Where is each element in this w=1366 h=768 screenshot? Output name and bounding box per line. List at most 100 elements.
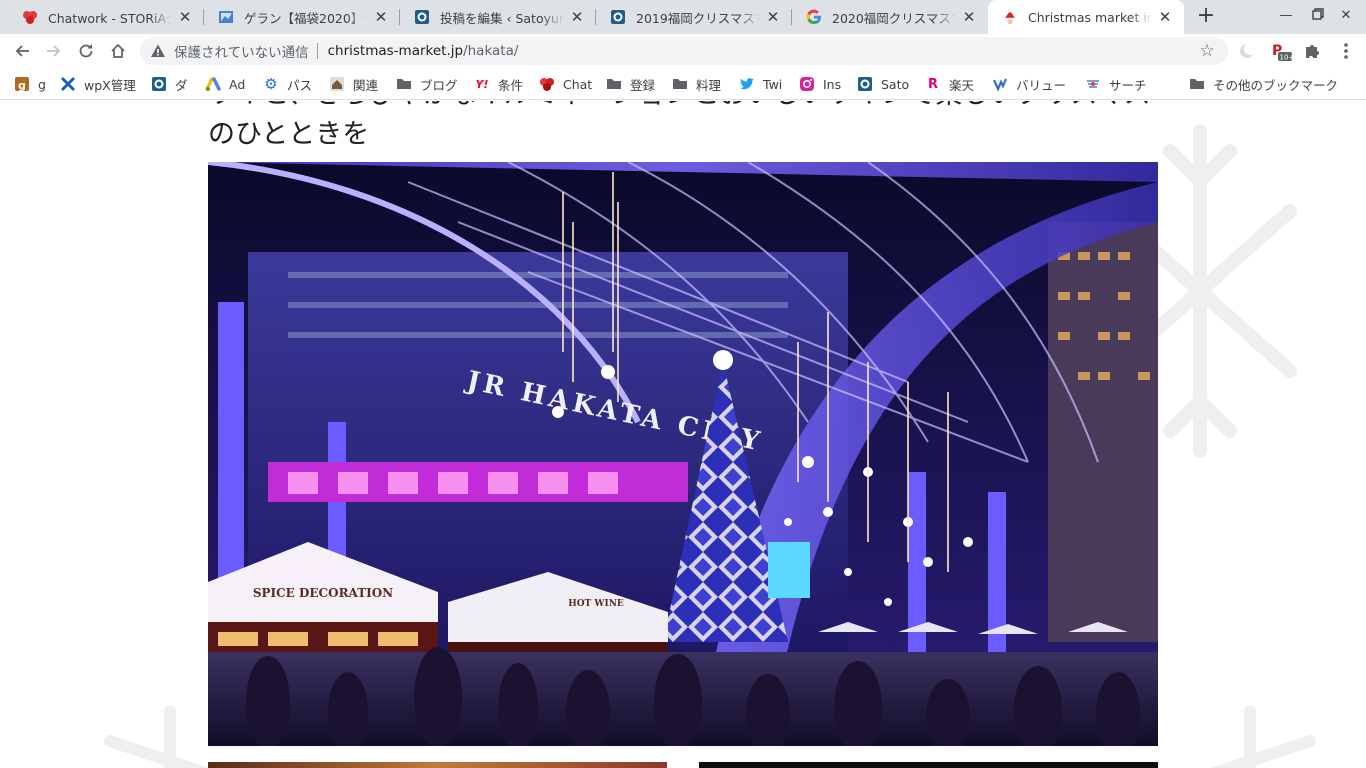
thumbnail-image-left[interactable] — [208, 762, 667, 768]
close-icon[interactable]: ✕ — [568, 8, 586, 26]
bookmark-instagram[interactable]: Ins — [799, 68, 841, 100]
google-ads-icon — [205, 76, 221, 92]
search-console-icon — [1085, 76, 1101, 92]
image-icon — [218, 9, 234, 25]
bookmark-label: その他のブックマーク — [1213, 77, 1339, 93]
back-icon[interactable] — [10, 39, 34, 63]
value-icon — [992, 76, 1008, 92]
bookmark-label: Chat — [563, 76, 593, 92]
new-tab-button[interactable]: + — [1195, 5, 1217, 28]
chatwork-icon — [22, 9, 38, 25]
tab-strip: Chatwork - STORiAグル ✕ ゲラン【福袋2020】予 ✕ 投稿を… — [0, 0, 1366, 34]
extension-moon-icon[interactable] — [1237, 41, 1257, 61]
menu-kebab-icon[interactable] — [1336, 41, 1356, 61]
wp-icon — [151, 76, 167, 92]
browser-toolbar: 保護されていない通信 christmas-market.jp/hakata/ ☆… — [0, 34, 1366, 68]
bookmark-folder-register[interactable]: 登録 — [606, 68, 655, 100]
close-icon[interactable]: ✕ — [1156, 8, 1174, 26]
bookmark-other-folder[interactable]: その他のブックマーク — [1189, 68, 1338, 100]
url-path: /hakata/ — [463, 43, 519, 59]
google-icon — [806, 9, 822, 25]
bookmark-chat[interactable]: Chat — [539, 68, 592, 100]
bookmark-label: wpX管理 — [84, 77, 136, 93]
bookmark-rakuten[interactable]: R 楽天 — [925, 68, 974, 100]
bookmark-label: パス — [287, 77, 313, 93]
close-icon[interactable]: ✕ — [176, 8, 194, 26]
restore-icon[interactable] — [1310, 8, 1326, 24]
yahoo-icon: Y! — [475, 77, 489, 91]
omnibox-divider — [316, 43, 318, 59]
bookmark-wpx[interactable]: wpX管理 — [60, 68, 136, 100]
house-icon — [329, 76, 345, 92]
bookmark-label: サーチ — [1109, 77, 1147, 93]
extensions-puzzle-icon[interactable] — [1302, 41, 1322, 61]
section-heading: ワイと、きらびやかなイルミネーションとおいしいワインで楽しいクリスマス のひとと… — [208, 101, 1158, 155]
g-icon: g — [14, 76, 30, 92]
bookmark-conditions[interactable]: Y! 条件 — [474, 68, 524, 100]
thumbnail-image-right[interactable] — [699, 762, 1158, 768]
tab-fukuoka-2020[interactable]: 2020福岡クリスマスマ ✕ — [792, 0, 988, 34]
christmas-icon — [1002, 9, 1018, 25]
chatwork-icon — [539, 76, 555, 92]
spice-decoration-sign: SPICE DECORATION — [253, 586, 393, 600]
close-icon[interactable]: ✕ — [372, 8, 390, 26]
snowflake-decoration-icon — [1210, 705, 1316, 768]
tab-christmas-market[interactable]: Christmas market in Hi ✕ — [988, 0, 1184, 34]
close-icon[interactable]: ✕ — [960, 8, 978, 26]
bookmark-label: 楽天 — [949, 77, 975, 93]
bookmarks-bar: g g wpX管理 ダ Ad ⚙ パス 関連 ブログ Y! 条件 Chat 登録… — [0, 68, 1366, 100]
bookmark-label: Sato — [881, 76, 910, 92]
bookmark-label: Ad — [229, 76, 246, 92]
security-status[interactable]: 保護されていない通信 — [174, 41, 309, 61]
bookmark-search[interactable]: サーチ — [1085, 68, 1147, 100]
bookmark-g[interactable]: g g — [14, 68, 46, 100]
svg-text:g: g — [18, 79, 26, 92]
bookmark-value[interactable]: バリュー — [992, 68, 1066, 100]
extension-p-icon[interactable]: P 10+ — [1270, 41, 1294, 62]
bookmark-label: 関連 — [353, 77, 379, 93]
bookmark-folder-blog[interactable]: ブログ — [396, 68, 458, 100]
folder-icon — [396, 76, 412, 92]
warning-icon[interactable] — [150, 43, 166, 59]
minimize-icon[interactable]: — — [1278, 8, 1294, 24]
bookmark-label: Ins — [823, 76, 842, 92]
tab-guerlain[interactable]: ゲラン【福袋2020】予 ✕ — [204, 0, 400, 34]
instagram-icon — [799, 76, 815, 92]
forward-icon[interactable] — [42, 39, 66, 63]
heading-line-1: ワイと、きらびやかなイルミネーションとおいしいワインで楽しいクリスマス — [208, 101, 1158, 115]
bookmark-label: 登録 — [630, 77, 656, 93]
bookmark-pass[interactable]: ⚙ パス — [263, 68, 312, 100]
url-host: christmas-market.jp — [327, 43, 464, 59]
rakuten-icon: R — [927, 76, 938, 92]
reload-icon[interactable] — [74, 39, 98, 63]
bookmark-related[interactable]: 関連 — [329, 68, 378, 100]
tab-edit-post[interactable]: 投稿を編集 ‹ Satoyuruli ✕ — [400, 0, 596, 34]
bookmark-label: ブログ — [420, 77, 458, 93]
tab-title: Chatwork - STORiAグル — [48, 10, 172, 26]
home-icon[interactable] — [106, 39, 130, 63]
address-bar[interactable]: 保護されていない通信 christmas-market.jp/hakata/ — [140, 37, 1228, 65]
wp-icon — [857, 76, 873, 92]
bookmark-da[interactable]: ダ — [151, 68, 188, 100]
hero-photo: JR HAKATA CITY SPICE DECORATION HOT WINE — [208, 162, 1158, 746]
tab-chatwork[interactable]: Chatwork - STORiAグル ✕ — [8, 0, 204, 34]
bookmark-ad[interactable]: Ad — [205, 68, 245, 100]
close-icon[interactable]: ✕ — [764, 8, 782, 26]
tab-title: 2020福岡クリスマスマ — [832, 10, 956, 26]
bookmark-label: 条件 — [498, 77, 524, 93]
svg-text:10+: 10+ — [1280, 54, 1293, 62]
tab-fukuoka-2019[interactable]: 2019福岡クリスマスマ ✕ — [596, 0, 792, 34]
bookmark-twitter[interactable]: Twi — [739, 68, 782, 100]
bookmark-folder-cooking[interactable]: 料理 — [672, 68, 721, 100]
folder-icon — [606, 76, 622, 92]
twitter-icon — [739, 76, 755, 92]
bookmark-label: Twi — [763, 76, 783, 92]
bookmark-sato[interactable]: Sato — [857, 68, 909, 100]
wpx-icon — [60, 76, 76, 92]
bookmark-label: ダ — [175, 77, 188, 93]
close-window-icon[interactable]: ✕ — [1338, 8, 1354, 24]
bookmark-label: バリュー — [1016, 77, 1067, 93]
bookmark-star-icon[interactable]: ☆ — [1198, 42, 1216, 60]
gear-icon: ⚙ — [264, 75, 278, 93]
folder-icon — [1189, 76, 1205, 92]
